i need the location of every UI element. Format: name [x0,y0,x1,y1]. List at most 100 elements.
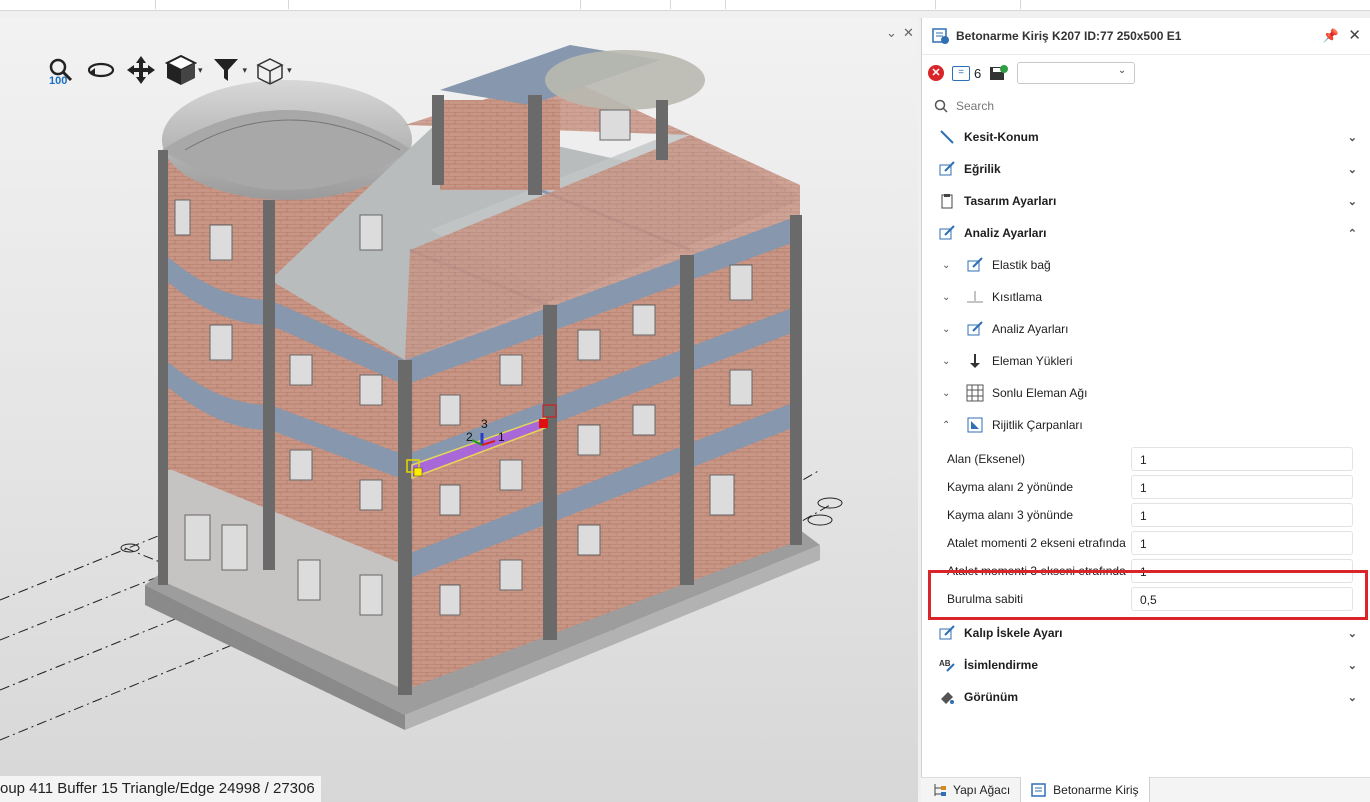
section-kalip-iskele[interactable]: Kalıp İskele Ayarı ⌄ [922,617,1370,649]
section-label: Kesit-Konum [964,130,1039,144]
property-value-field[interactable]: 1 [1131,531,1353,555]
mesh-icon [966,384,984,402]
paint-icon [938,689,956,705]
selection-count-button[interactable]: = 6 [952,65,982,81]
model-viewport[interactable]: ⌄ ✕ 2 3 1 100 ▾ ▾ ▾ oup 411 Buffer 15 Tr… [0,18,918,802]
edit-icon [938,625,956,641]
orbit-button[interactable] [84,53,118,87]
section-label: Kalıp İskele Ayarı [964,626,1063,640]
render-status: oup 411 Buffer 15 Triangle/Edge 24998 / … [0,776,321,802]
subsection-label: Analiz Ayarları [992,322,1069,336]
selection-count: 6 [974,65,982,81]
subsection-label: Rijitlik Çarpanları [992,418,1083,432]
chevron-down-icon: ⌄ [942,259,951,271]
section-gorunum[interactable]: Görünüm ⌄ [922,681,1370,713]
property-label: Kayma alanı 2 yönünde [947,480,1074,494]
property-label: Alan (Eksenel) [947,452,1026,466]
close-icon[interactable]: ✕ [1348,26,1361,44]
settings-combo[interactable]: ⌄ [1017,62,1136,84]
chevron-down-icon: ⌄ [1347,195,1357,208]
chevron-down-icon: ⌄ [942,291,951,303]
edit-icon [938,161,956,177]
beam-properties-icon [1031,782,1046,797]
property-label: Kayma alanı 3 yönünde [947,508,1074,522]
property-value-field[interactable]: 1 [1131,447,1353,471]
chevron-down-icon[interactable]: ▾ [287,65,292,76]
section-box-button[interactable] [253,53,287,87]
pan-button[interactable] [124,53,158,87]
move-arrows-icon [127,56,155,84]
subsection-rijitlik-carpanlari[interactable]: ⌃ Rijitlik Çarpanları [922,409,1370,441]
section-isimlendirme[interactable]: AB İsimlendirme ⌄ [922,649,1370,681]
subsection-kisitlama[interactable]: ⌄ Kısıtlama [922,281,1370,313]
filter-button[interactable] [209,53,243,87]
section-label: Tasarım Ayarları [964,194,1057,208]
tab-yapi-agaci[interactable]: Yapı Ağacı [921,778,1020,802]
section-tasarim[interactable]: Tasarım Ayarları ⌄ [922,185,1370,217]
edit-icon [966,321,984,337]
edit-icon [938,225,956,241]
zoom-button[interactable]: 100 [44,53,78,87]
top-menu-strip [0,0,1370,11]
property-row: Alan (Eksenel) 1 [922,445,1370,473]
chevron-down-icon: ⌄ [1347,691,1357,704]
chevron-down-icon: ⌄ [1347,131,1357,144]
axis-label-1: 1 [498,430,505,444]
section-label: İsimlendirme [964,658,1039,672]
tab-label: Betonarme Kiriş [1053,782,1139,797]
view-cube-button[interactable] [164,53,198,87]
section-kesit-konum[interactable]: Kesit-Konum ⌄ [922,121,1370,153]
panel-toolbar: ✕ = 6 ⌄ [922,55,1370,91]
line-position-icon [938,129,956,145]
edit-icon [966,257,984,273]
subsection-label: Kısıtlama [992,290,1043,304]
chevron-down-icon: ⌄ [1347,659,1357,672]
clipboard-icon [938,193,956,209]
chevron-down-icon: ⌄ [942,323,951,335]
axis-label-2: 2 [466,430,473,444]
subsection-sonlu-eleman-agi[interactable]: ⌄ Sonlu Eleman Ağı [922,377,1370,409]
building-3d-model[interactable]: 2 3 1 [0,18,918,802]
section-label: Görünüm [964,690,1018,704]
tree-icon [934,784,946,796]
chevron-down-icon: ⌄ [1347,163,1357,176]
zoom-level: 100 [49,75,68,87]
delete-button[interactable]: ✕ [928,65,944,81]
subsection-eleman-yukleri[interactable]: ⌄ Eleman Yükleri [922,345,1370,377]
property-value-field[interactable]: 1 [1131,475,1353,499]
chevron-down-icon: ⌄ [942,355,951,367]
filter-icon [213,59,238,81]
search-field[interactable]: Search [922,91,1370,121]
subsection-label: Elastik bağ [992,258,1051,272]
beam-properties-icon [932,28,949,44]
subsection-label: Eleman Yükleri [992,354,1073,368]
section-egrilik[interactable]: Eğrilik ⌄ [922,153,1370,185]
subsection-label: Sonlu Eleman Ağı [992,386,1088,400]
section-analiz[interactable]: Analiz Ayarları ⌃ [922,217,1370,249]
subsection-analiz-ayarlari[interactable]: ⌄ Analiz Ayarları [922,313,1370,345]
chevron-down-icon[interactable]: ▾ [198,65,203,76]
support-icon [966,289,984,305]
chevron-down-icon: ⌄ [942,387,951,399]
property-label: Atalet momenti 2 ekseni etrafında [947,536,1126,550]
pin-icon[interactable]: 📌 [1323,28,1339,44]
subsection-elastik-bag[interactable]: ⌄ Elastik bağ [922,249,1370,281]
rotate-icon [87,62,115,78]
search-icon [934,99,948,113]
list-icon: = [952,65,970,81]
property-row: Kayma alanı 2 yönünde 1 [922,473,1370,501]
property-value-field[interactable]: 1 [1131,503,1353,527]
chevron-down-icon[interactable]: ▾ [243,65,248,76]
search-placeholder: Search [956,99,995,113]
panel-title: Betonarme Kiriş K207 ID:77 250x500 E1 [956,29,1182,43]
chevron-up-icon: ⌃ [942,419,951,431]
property-row: Atalet momenti 2 ekseni etrafında 1 [922,529,1370,557]
stiffness-icon [966,417,984,433]
properties-panel: Betonarme Kiriş K207 ID:77 250x500 E1 📌 … [921,18,1370,802]
arrow-down-icon [966,353,984,369]
panel-header: Betonarme Kiriş K207 ID:77 250x500 E1 📌 … [922,18,1370,55]
save-settings-icon[interactable] [989,64,1009,82]
section-label: Analiz Ayarları [964,226,1047,240]
chevron-up-icon: ⌃ [1347,227,1357,240]
tab-betonarme-kiris[interactable]: Betonarme Kiriş [1020,777,1150,802]
